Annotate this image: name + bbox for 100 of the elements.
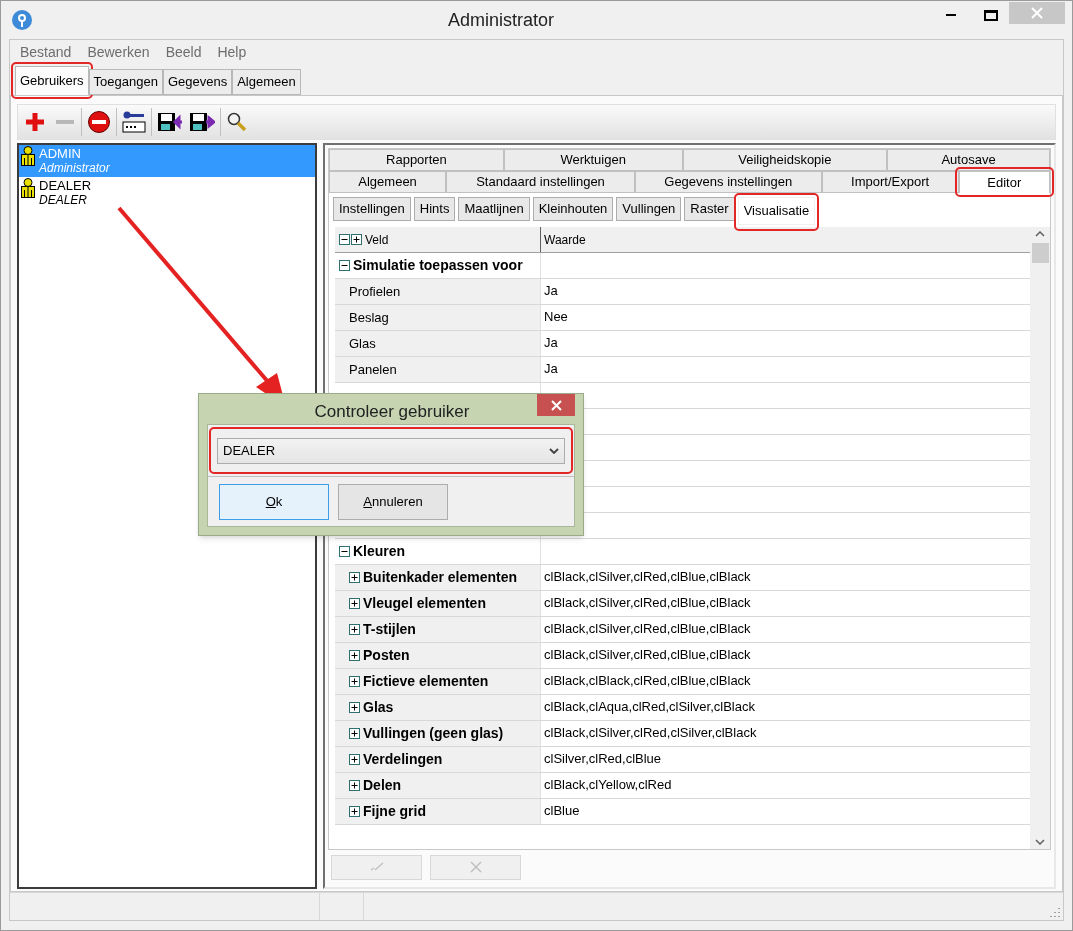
field-value: clBlack,clYellow,clRed <box>543 776 672 794</box>
close-button[interactable] <box>537 394 575 416</box>
column-header[interactable]: Waarde <box>541 230 586 249</box>
field-name: Buitenkader elementen <box>363 568 518 587</box>
field-name: Fijne grid <box>363 802 426 821</box>
field-name: Vullingen (geen glas) <box>363 724 504 743</box>
field-value: clBlack,clSilver,clRed,clBlue,clBlack <box>543 620 751 638</box>
check-icon <box>369 862 384 872</box>
field-name: Beslag <box>349 308 389 327</box>
tab[interactable]: Hints <box>413 197 456 221</box>
field-name: Simulatie toepassen voor <box>353 256 523 275</box>
column-header[interactable]: Veld <box>365 230 389 249</box>
user-name: ADMIN <box>39 146 82 161</box>
dialog-button[interactable]: Ok <box>219 483 329 520</box>
tab[interactable]: Editor <box>958 171 1050 193</box>
resize-grip-icon[interactable] <box>1049 906 1061 918</box>
tab[interactable]: Rapporten <box>329 149 504 171</box>
tab[interactable]: Veiligheidskopie <box>682 149 888 171</box>
chevron-up-icon[interactable] <box>1035 231 1045 237</box>
tab[interactable]: Maatlijnen <box>458 197 530 221</box>
expand-icon[interactable] <box>349 650 360 661</box>
field-value: clBlue <box>543 802 580 820</box>
tab[interactable]: Werktuigen <box>503 149 683 171</box>
password-icon[interactable] <box>122 110 146 134</box>
field-value: clBlack,clSilver,clRed,clSilver,clBlack <box>543 724 757 742</box>
tab[interactable]: Vullingen <box>616 197 682 221</box>
expand-icon[interactable] <box>349 702 360 713</box>
field-name: Vleugel elementen <box>363 594 486 613</box>
field-value: clBlack,clBlack,clRed,clBlue,clBlack <box>543 672 751 690</box>
close-icon <box>469 861 482 873</box>
dialog-title: Controleer gebruiker <box>313 401 471 423</box>
field-value: Nee <box>543 308 568 326</box>
field-name: Glas <box>363 698 394 717</box>
app-icon <box>11 9 33 31</box>
field-name: Delen <box>363 776 402 795</box>
field-value: clBlack,clSilver,clRed,clBlue,clBlack <box>543 646 751 664</box>
search-icon[interactable] <box>226 111 248 133</box>
tab[interactable]: Toegangen <box>88 69 163 95</box>
user-role: DEALER <box>39 193 89 208</box>
field-name: Fictieve elementen <box>363 672 489 691</box>
user-role: Administrator <box>39 161 110 176</box>
tab[interactable]: Standaard instellingen <box>446 171 635 193</box>
no-entry-icon[interactable] <box>87 110 111 134</box>
tab[interactable]: Visualisatie <box>737 197 816 225</box>
field-name: Panelen <box>349 360 397 379</box>
menu-item[interactable]: Bestand <box>20 41 72 63</box>
expand-icon[interactable] <box>349 754 360 765</box>
scrollbar-thumb[interactable] <box>1031 243 1049 263</box>
tab[interactable]: Raster <box>684 197 735 221</box>
field-name: Verdelingen <box>363 750 443 769</box>
expand-icon[interactable] <box>349 624 360 635</box>
tab[interactable]: Gebruikers <box>15 66 89 95</box>
tab[interactable]: Algemeen <box>232 69 301 95</box>
tab[interactable]: Gegevens <box>162 69 233 95</box>
tab[interactable]: Algemeen <box>329 171 447 193</box>
menu-item[interactable]: Beeld <box>165 41 202 63</box>
field-value: Ja <box>543 334 558 352</box>
field-value: Ja <box>543 360 558 378</box>
field-value: Ja <box>543 282 558 300</box>
field-name: Profielen <box>349 282 401 301</box>
collapse-icon[interactable] <box>339 234 350 245</box>
user-icon <box>21 178 35 198</box>
dialog-button[interactable]: Annuleren <box>338 483 448 520</box>
tab[interactable]: Autosave <box>887 149 1050 171</box>
collapse-icon[interactable] <box>339 260 350 271</box>
expand-icon[interactable] <box>349 780 360 791</box>
tab[interactable]: Kleinhouten <box>532 197 614 221</box>
collapse-icon[interactable] <box>339 546 350 557</box>
expand-icon[interactable] <box>349 728 360 739</box>
save-import-icon[interactable] <box>157 111 183 133</box>
save-export-icon[interactable] <box>189 111 215 133</box>
expand-icon[interactable] <box>349 598 360 609</box>
tab[interactable]: Import/Export <box>821 171 959 193</box>
chevron-down-icon[interactable] <box>1035 839 1045 845</box>
scrollbar[interactable] <box>1030 227 1050 849</box>
expand-icon[interactable] <box>351 234 362 245</box>
menu-item[interactable]: Help <box>217 41 247 63</box>
user-list-item[interactable]: DEALER DEALER <box>19 177 315 209</box>
field-name: Posten <box>363 646 410 665</box>
field-value: clBlack,clAqua,clRed,clSilver,clBlack <box>543 698 755 716</box>
field-value: clSilver,clRed,clBlue <box>543 750 662 768</box>
expand-icon[interactable] <box>349 676 360 687</box>
chevron-down-icon <box>549 447 559 454</box>
field-name: T-stijlen <box>363 620 416 639</box>
menu-item[interactable]: Bewerken <box>87 41 150 63</box>
user-dropdown[interactable]: DEALER <box>217 437 565 464</box>
user-icon <box>21 146 35 166</box>
field-name: Kleuren <box>353 542 406 561</box>
add-icon[interactable] <box>24 111 46 133</box>
tab[interactable]: Gegevens instellingen <box>634 171 822 193</box>
tab[interactable]: Instellingen <box>333 197 411 221</box>
close-icon <box>550 399 562 411</box>
window-title: Administrator <box>447 8 555 32</box>
field-name: Glas <box>349 334 376 353</box>
user-name: DEALER <box>39 178 92 193</box>
field-value: clBlack,clSilver,clRed,clBlue,clBlack <box>543 568 751 586</box>
field-value: clBlack,clSilver,clRed,clBlue,clBlack <box>543 594 751 612</box>
expand-icon[interactable] <box>349 806 360 817</box>
close-icon <box>1031 7 1043 19</box>
expand-icon[interactable] <box>349 572 360 583</box>
